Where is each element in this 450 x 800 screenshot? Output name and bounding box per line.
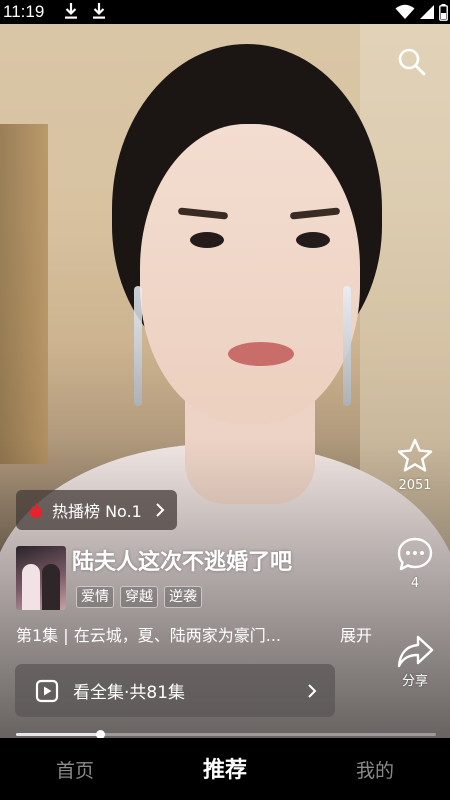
fire-icon bbox=[30, 502, 42, 518]
nav-recommend[interactable]: 推荐 bbox=[150, 738, 300, 800]
poster-figure bbox=[42, 564, 60, 610]
poster-figure bbox=[22, 564, 40, 610]
download-icon bbox=[93, 3, 105, 19]
favorite-button[interactable]: 2051 bbox=[390, 436, 440, 494]
genre-tag[interactable]: 爱情 bbox=[76, 586, 114, 608]
hot-ranking-badge[interactable]: 热播榜 No.1 bbox=[16, 490, 177, 530]
share-button[interactable]: 分享 bbox=[390, 632, 440, 690]
comment-icon bbox=[397, 537, 433, 571]
progress-fill bbox=[16, 733, 100, 736]
actress-face bbox=[140, 124, 360, 424]
watch-all-episodes-button[interactable]: 看全集·共81集 bbox=[15, 664, 335, 717]
screen: 11:19 2051 4 分享 热播榜 No.1 陆夫人这次不逃婚了吧 爱情 穿… bbox=[0, 0, 450, 800]
comment-count: 4 bbox=[410, 576, 420, 591]
episode-synopsis: 第1集 | 在云城，夏、陆两家为豪门... bbox=[16, 626, 282, 645]
status-time: 11:19 bbox=[3, 2, 45, 21]
download-icon bbox=[65, 3, 77, 19]
bottom-nav: 首页 推荐 我的 bbox=[0, 738, 450, 800]
signal-icon bbox=[420, 5, 434, 19]
share-icon bbox=[397, 635, 434, 668]
expand-button[interactable]: 展开 bbox=[340, 624, 372, 648]
comment-button[interactable]: 4 bbox=[390, 534, 440, 592]
drama-title[interactable]: 陆夫人这次不逃婚了吧 bbox=[72, 548, 292, 578]
play-icon bbox=[35, 679, 59, 702]
drama-poster[interactable] bbox=[16, 546, 66, 610]
chevron-right-icon bbox=[308, 683, 317, 698]
genre-tag[interactable]: 穿越 bbox=[120, 586, 158, 608]
wifi-icon bbox=[395, 4, 415, 19]
search-icon[interactable] bbox=[396, 46, 428, 78]
actress-eye bbox=[190, 232, 224, 248]
hot-ranking-label: 热播榜 No.1 bbox=[52, 502, 142, 521]
genre-tags: 爱情 穿越 逆袭 bbox=[76, 586, 202, 608]
share-label: 分享 bbox=[401, 674, 428, 689]
battery-icon bbox=[439, 3, 448, 21]
star-icon bbox=[397, 438, 433, 472]
status-bar: 11:19 bbox=[0, 0, 450, 24]
actress-eye bbox=[296, 232, 330, 248]
nav-profile[interactable]: 我的 bbox=[300, 738, 450, 800]
actress-lips bbox=[228, 342, 294, 366]
nav-home[interactable]: 首页 bbox=[0, 738, 150, 800]
video-progress-bar[interactable] bbox=[16, 730, 436, 739]
genre-tag[interactable]: 逆袭 bbox=[164, 586, 202, 608]
actress-earring bbox=[134, 286, 142, 406]
favorite-count: 2051 bbox=[398, 478, 432, 493]
chevron-right-icon bbox=[156, 503, 165, 517]
watch-all-label: 看全集·共81集 bbox=[73, 683, 186, 703]
actress-earring bbox=[343, 286, 351, 406]
background-door bbox=[0, 124, 48, 464]
status-icons bbox=[395, 3, 448, 21]
